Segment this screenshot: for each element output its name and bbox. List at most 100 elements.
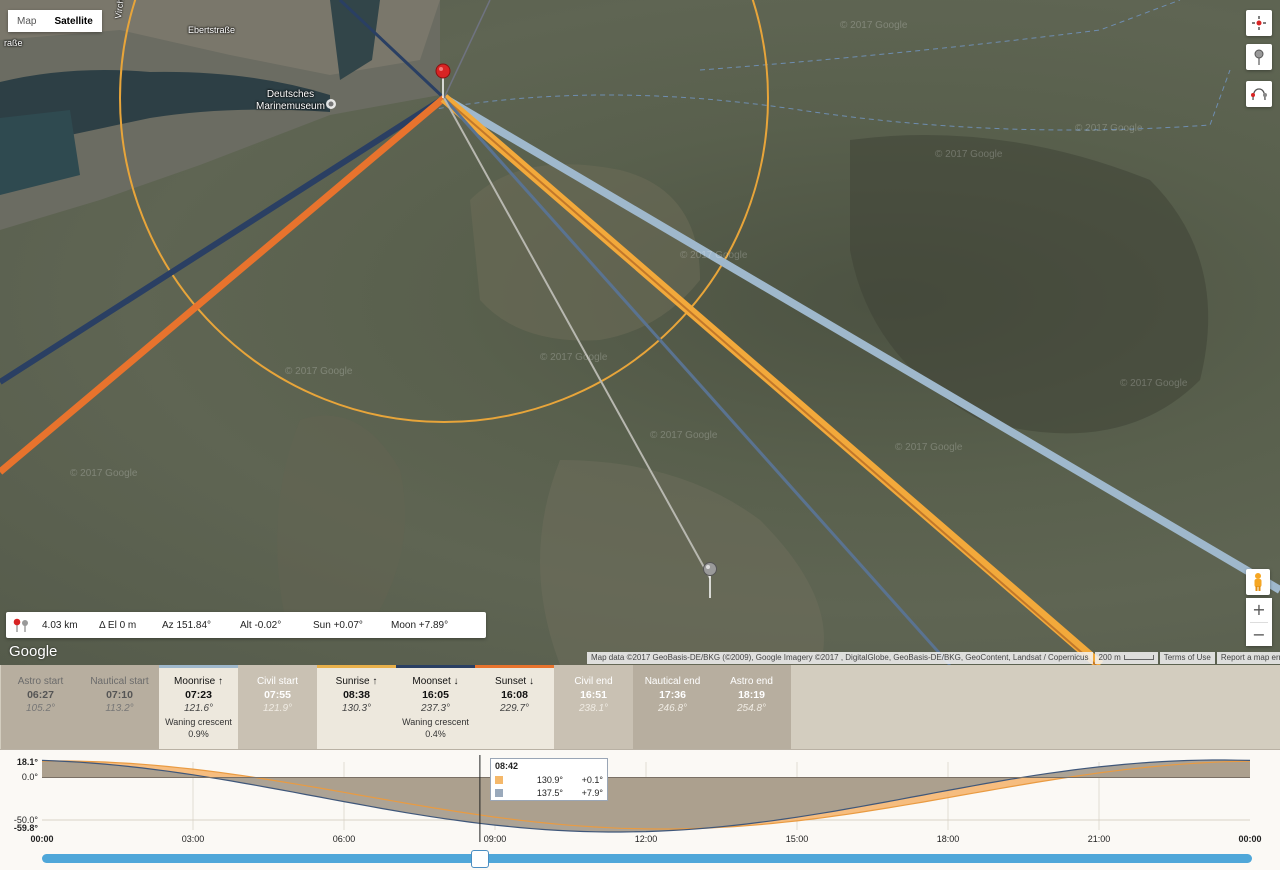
event-time: 18:19: [738, 689, 765, 701]
map-scale[interactable]: 200 m: [1094, 652, 1158, 664]
sandbank: [470, 164, 700, 341]
event-cell[interactable]: Civil end 16:51 238.1°: [554, 665, 633, 749]
event-cell[interactable]: Nautical start 07:10 113.2°: [80, 665, 159, 749]
map-type-map-button[interactable]: Map: [8, 10, 46, 32]
event-time: 07:23: [185, 689, 212, 701]
x-tick-label: 18:00: [937, 834, 960, 844]
zoom-control: + −: [1246, 598, 1272, 646]
time-slider-thumb[interactable]: [471, 850, 489, 868]
watermark: © 2017 Google: [1075, 123, 1143, 134]
watermark: © 2017 Google: [650, 430, 718, 441]
watermark: © 2017 Google: [70, 468, 138, 479]
street-view-pegman[interactable]: [1246, 569, 1270, 595]
satellite-map[interactable]: Ebertstraße Virchow raße Deutsches Marin…: [0, 0, 1280, 665]
event-cell[interactable]: Sunset ↓ 16:08 229.7°: [475, 665, 554, 749]
x-tick-label: 21:00: [1088, 834, 1111, 844]
pin-icon: [1254, 49, 1264, 65]
sun-swatch: [495, 775, 503, 784]
watermark: © 2017 Google: [895, 442, 963, 453]
geodetics-icon: [1251, 88, 1267, 101]
y-tick-label: 18.1°: [17, 757, 39, 767]
event-name: Astro start: [17, 676, 64, 687]
y-tick-label: 0.0°: [22, 772, 39, 782]
moon-illumination: 0.9%: [188, 729, 209, 739]
event-time: 08:38: [343, 689, 370, 701]
x-tick-label: 15:00: [786, 834, 809, 844]
tooltip-sun-azimuth: 130.9°: [536, 774, 563, 785]
elevation-diff-value: Δ El 0 m: [99, 619, 137, 631]
event-time: 16:51: [580, 689, 607, 701]
museum-label-line: Marinemuseum: [256, 101, 325, 112]
event-name: Moonrise ↑: [174, 676, 223, 687]
x-tick-label: 03:00: [182, 834, 205, 844]
time-slider-track[interactable]: [42, 854, 1252, 863]
event-azimuth: 121.9°: [262, 703, 293, 714]
moon-altitude-value: Moon +7.89°: [391, 619, 449, 631]
event-cell[interactable]: Astro end 18:19 254.8°: [712, 665, 791, 749]
sandbank: [277, 415, 405, 640]
event-azimuth: 238.1°: [578, 703, 609, 714]
boundary-line: [429, 69, 1231, 131]
watermark: © 2017 Google: [935, 149, 1003, 160]
event-time: 07:10: [106, 689, 133, 701]
event-name: Sunrise ↑: [335, 676, 378, 687]
event-azimuth: 130.3°: [341, 703, 372, 714]
watermark: © 2017 Google: [1120, 378, 1188, 389]
y-tick-label: -59.8°: [14, 823, 39, 833]
terms-link[interactable]: Terms of Use: [1159, 652, 1215, 664]
moon-phase: Waning crescent: [165, 717, 232, 727]
crosshair-icon: [1252, 16, 1266, 30]
x-tick-label: 12:00: [635, 834, 658, 844]
timeline-tooltip: 08:42 130.9° +0.1° 137.5° +7.9°: [490, 758, 608, 801]
event-time: 17:36: [659, 689, 686, 701]
geodetics-button[interactable]: [1246, 81, 1272, 107]
event-azimuth: 237.3°: [420, 703, 451, 714]
map-attribution-bar: Map data ©2017 GeoBasis-DE/BKG (©2009), …: [585, 652, 1280, 664]
altitude-chart: 18.1°0.0°-50.0°-59.8°00:00 03:00 06:00 09:0…: [14, 755, 1262, 844]
event-time: 16:05: [422, 689, 449, 701]
museum-marker-icon: [326, 99, 336, 109]
event-cell[interactable]: Civil start 07:55 121.9°: [238, 665, 317, 749]
event-cell[interactable]: Sunrise ↑ 08:38 130.3°: [317, 665, 396, 749]
event-name: Civil start: [256, 676, 299, 687]
drop-pin-button[interactable]: [1246, 44, 1272, 70]
google-logo: Google: [9, 643, 58, 660]
horizon-line: [42, 777, 1250, 778]
street-label: Ebertstraße: [188, 25, 236, 35]
app-window: Ebertstraße Virchow raße Deutsches Marin…: [0, 0, 1280, 870]
tooltip-moon-altitude: +7.9°: [581, 787, 603, 798]
event-cell[interactable]: Moonrise ↑ 07:23 121.6° Waning crescent 0.9%: [159, 665, 238, 749]
tooltip-moon-azimuth: 137.5°: [536, 787, 563, 798]
report-error-link[interactable]: Report a map error: [1216, 652, 1280, 664]
scale-bar: [1123, 655, 1154, 661]
tooltip-row-moon: 137.5° +7.9°: [491, 786, 607, 799]
sandbank: [540, 460, 824, 665]
azimuth-value: Az 151.84°: [162, 619, 212, 631]
zoom-out-button[interactable]: −: [1246, 622, 1272, 646]
event-azimuth: 105.2°: [25, 703, 56, 714]
locate-markers-button[interactable]: [1246, 10, 1272, 36]
moon-phase: Waning crescent: [402, 717, 469, 727]
event-name: Nautical end: [644, 676, 701, 687]
watermark: © 2017 Google: [840, 20, 908, 31]
tooltip-time: 08:42: [495, 761, 519, 771]
x-tick-label: 00:00: [1238, 834, 1261, 844]
zoom-in-button[interactable]: +: [1246, 598, 1272, 622]
street-label: raße: [4, 38, 23, 48]
event-azimuth: 121.6°: [183, 703, 214, 714]
event-name: Sunset ↓: [495, 676, 534, 687]
event-time: 07:55: [264, 689, 291, 701]
altitude-timeline[interactable]: 18.1° 0.0° -50.0° -59.8° 00:00 03:00 06:00 09:0…: [0, 749, 1280, 870]
museum-label: Deutsches Marinemuseum: [256, 89, 325, 113]
event-cell[interactable]: Nautical end 17:36 246.8°: [633, 665, 712, 749]
watermark: © 2017 Google: [285, 366, 353, 377]
sun-altitude-value: Sun +0.07°: [313, 619, 363, 631]
event-name: Civil end: [574, 676, 613, 687]
moon-swatch: [495, 788, 503, 797]
geodetics-info-bar: 4.03 km Δ El 0 m Az 151.84° Alt -0.02° S…: [6, 612, 486, 638]
event-cell[interactable]: Astro start 06:27 105.2°: [1, 665, 80, 749]
events-strip: Astro start 06:27 105.2° Nautical start 07:1…: [0, 665, 1280, 749]
map-type-satellite-button[interactable]: Satellite: [45, 10, 102, 32]
event-cell[interactable]: Moonset ↓ 16:05 237.3° Waning crescent 0.4%: [396, 665, 475, 749]
x-tick-label: 00:00: [30, 834, 53, 844]
